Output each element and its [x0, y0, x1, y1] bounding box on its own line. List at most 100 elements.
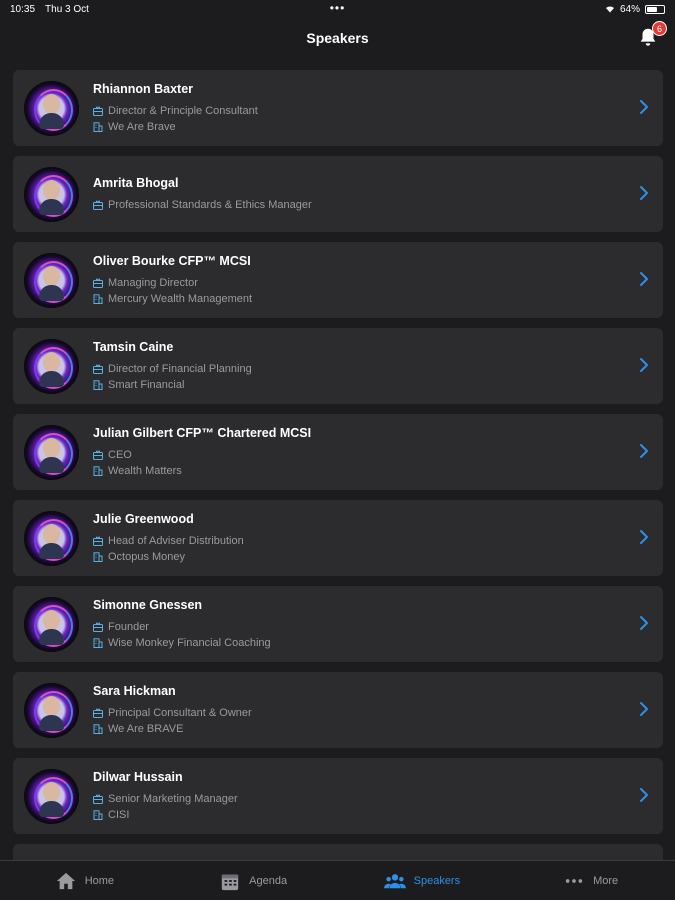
- speaker-card[interactable]: Dilwar Hussain Senior Marketing Manager CI…: [13, 758, 663, 834]
- speaker-company-row: We Are Brave: [93, 119, 258, 135]
- speaker-company-row: We Are BRAVE: [93, 721, 252, 737]
- speaker-company: Wealth Matters: [108, 465, 182, 477]
- multitask-dots[interactable]: •••: [330, 1, 346, 15]
- speaker-name: Oliver Bourke CFP™ MCSI: [93, 254, 251, 268]
- wifi-icon: [605, 6, 614, 13]
- building-icon: [93, 552, 103, 562]
- speaker-card[interactable]: Tamsin Caine Director of Financial Planni…: [13, 328, 663, 404]
- speaker-name: Tamsin Caine: [93, 340, 174, 354]
- speaker-card[interactable]: Sara Hickman Principal Consultant & Owner…: [13, 672, 663, 748]
- speaker-avatar: [24, 81, 79, 136]
- notifications-button[interactable]: 6: [637, 21, 667, 50]
- briefcase-icon: [93, 200, 103, 210]
- building-icon: [93, 724, 103, 734]
- speaker-role: CEO: [108, 449, 132, 461]
- speaker-avatar: [24, 683, 79, 738]
- speaker-role: Head of Adviser Distribution: [108, 535, 244, 547]
- briefcase-icon: [93, 794, 103, 804]
- battery-icon: [645, 4, 665, 14]
- tab-agenda[interactable]: Agenda: [169, 861, 338, 900]
- speaker-company-row: Wise Monkey Financial Coaching: [93, 635, 271, 651]
- briefcase-icon: [93, 364, 103, 374]
- speaker-company: Octopus Money: [108, 551, 186, 563]
- chevron-right-icon: [640, 788, 648, 802]
- speaker-role-row: Founder: [93, 619, 271, 635]
- tab-label: Agenda: [249, 874, 288, 887]
- speaker-avatar: [24, 253, 79, 308]
- speaker-card[interactable]: Julian Gilbert CFP™ Chartered MCSI CEO Wea…: [13, 414, 663, 490]
- page-title: Speakers: [306, 30, 369, 46]
- speaker-company: We Are BRAVE: [108, 723, 184, 735]
- more-icon: [565, 878, 583, 883]
- speaker-card[interactable]: Oliver Bourke CFP™ MCSI Managing Director…: [13, 242, 663, 318]
- speaker-role-row: Director of Financial Planning: [93, 361, 252, 377]
- home-icon: [56, 872, 75, 889]
- speaker-avatar: [24, 769, 79, 824]
- speaker-name: Simonne Gnessen: [93, 598, 203, 612]
- chevron-right-icon: [640, 444, 648, 458]
- speaker-card[interactable]: Amrita Bhogal Professional Standards & Et…: [13, 156, 663, 232]
- chevron-right-icon: [640, 358, 648, 372]
- people-icon: [383, 873, 406, 888]
- notification-badge: 6: [652, 21, 667, 36]
- chevron-right-icon: [640, 186, 648, 200]
- speaker-company-row: Mercury Wealth Management: [93, 291, 252, 307]
- status-bar: 10:35 Thu 3 Oct ••• 64%: [0, 0, 675, 18]
- speaker-role: Managing Director: [108, 277, 198, 289]
- speaker-role-row: CEO: [93, 447, 311, 463]
- briefcase-icon: [93, 708, 103, 718]
- speaker-name: Julie Greenwood: [93, 512, 194, 526]
- chevron-right-icon: [640, 272, 648, 286]
- building-icon: [93, 810, 103, 820]
- speaker-card-partial[interactable]: [13, 844, 663, 860]
- speaker-company: Mercury Wealth Management: [108, 293, 253, 305]
- speaker-avatar: [24, 339, 79, 394]
- speaker-card[interactable]: Rhiannon Baxter Director & Principle Cons…: [13, 70, 663, 146]
- status-date: Thu 3 Oct: [45, 3, 89, 15]
- tab-more[interactable]: More: [506, 861, 675, 900]
- speaker-role-row: Managing Director: [93, 275, 252, 291]
- tab-home[interactable]: Home: [0, 861, 169, 900]
- chevron-right-icon: [640, 100, 648, 114]
- speaker-role: Principal Consultant & Owner: [108, 707, 252, 719]
- building-icon: [93, 466, 103, 476]
- speaker-role-row: Professional Standards & Ethics Manager: [93, 197, 312, 213]
- speaker-role: Founder: [108, 621, 149, 633]
- speaker-list: Rhiannon Baxter Director & Principle Cons…: [13, 70, 663, 870]
- briefcase-icon: [93, 278, 103, 288]
- speaker-name: Dilwar Hussain: [93, 770, 183, 784]
- briefcase-icon: [93, 622, 103, 632]
- page-header: Speakers 6: [0, 20, 675, 56]
- speaker-company: Smart Financial: [108, 379, 185, 391]
- speaker-avatar: [24, 425, 79, 480]
- tab-label: Speakers: [413, 874, 461, 887]
- building-icon: [93, 122, 103, 132]
- speaker-avatar: [24, 511, 79, 566]
- tab-label: Home: [84, 874, 115, 887]
- speaker-company-row: Wealth Matters: [93, 463, 311, 479]
- calendar-icon: [221, 874, 239, 890]
- speaker-name: Julian Gilbert CFP™ Chartered MCSI: [93, 426, 312, 440]
- speaker-company-row: CISI: [93, 807, 238, 823]
- briefcase-icon: [93, 450, 103, 460]
- speaker-role: Director of Financial Planning: [108, 363, 252, 375]
- building-icon: [93, 294, 103, 304]
- chevron-right-icon: [640, 530, 648, 544]
- speaker-role-row: Senior Marketing Manager: [93, 791, 238, 807]
- building-icon: [93, 638, 103, 648]
- speaker-role: Senior Marketing Manager: [108, 793, 238, 805]
- speaker-company: Wise Monkey Financial Coaching: [108, 637, 271, 649]
- speaker-name: Rhiannon Baxter: [93, 82, 194, 96]
- speaker-company: We Are Brave: [108, 121, 176, 133]
- speaker-company-row: Octopus Money: [93, 549, 244, 565]
- speaker-card[interactable]: Simonne Gnessen Founder Wise Monkey Financ…: [13, 586, 663, 662]
- speaker-name: Amrita Bhogal: [93, 176, 179, 190]
- briefcase-icon: [93, 536, 103, 546]
- speaker-card[interactable]: Julie Greenwood Head of Adviser Distribut…: [13, 500, 663, 576]
- building-icon: [93, 380, 103, 390]
- tab-speakers[interactable]: Speakers: [338, 861, 507, 900]
- briefcase-icon: [93, 106, 103, 116]
- tab-bar: Home Agenda Speakers More: [0, 860, 675, 900]
- speaker-role-row: Head of Adviser Distribution: [93, 533, 244, 549]
- speaker-avatar: [24, 167, 79, 222]
